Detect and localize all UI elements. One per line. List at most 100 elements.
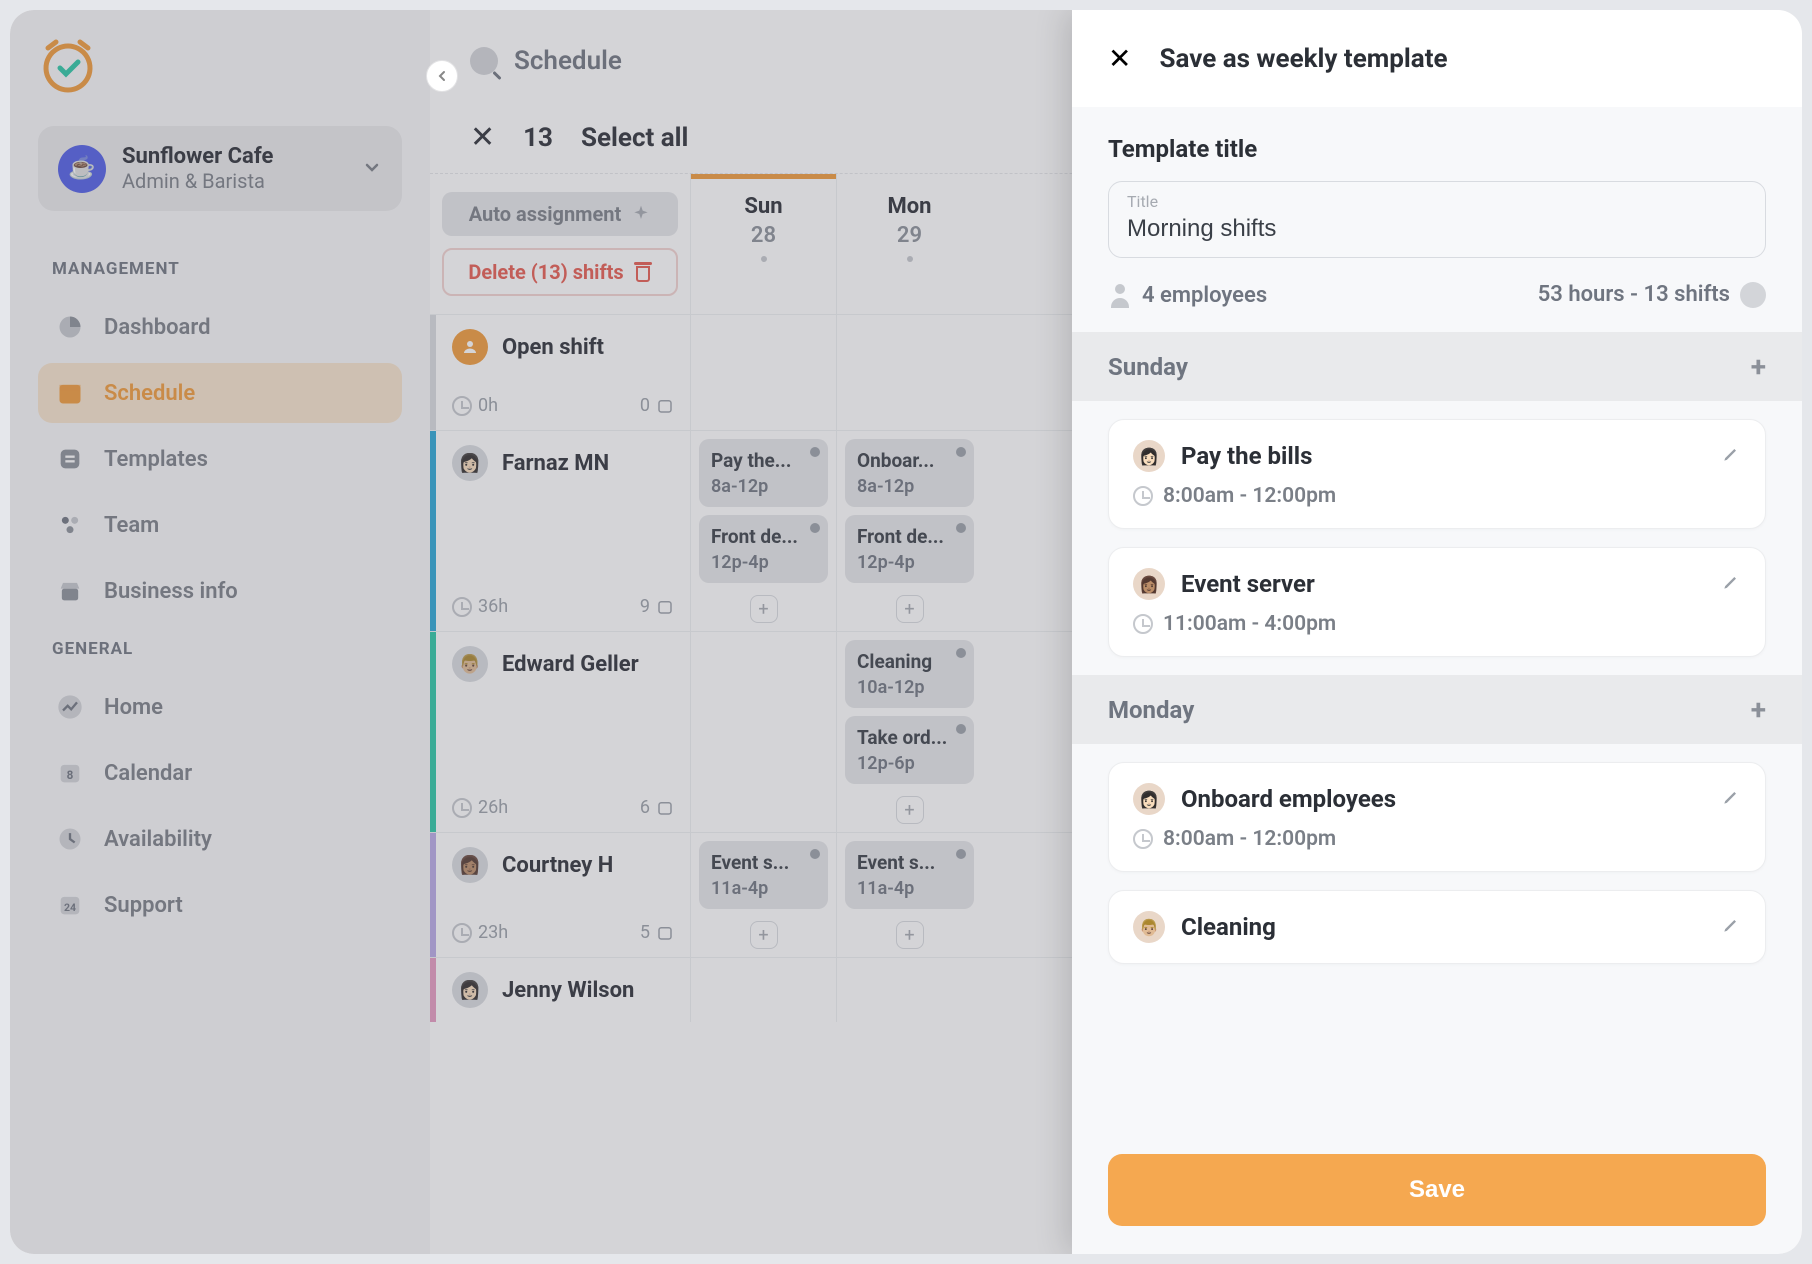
delete-shifts-button[interactable]: Delete (13) shifts <box>442 248 678 296</box>
sidebar-item-schedule[interactable]: Schedule <box>38 363 402 423</box>
add-shift[interactable]: + <box>750 921 778 949</box>
person-icon <box>1108 284 1132 308</box>
select-all[interactable]: Select all <box>581 123 688 153</box>
avatar: 👨🏼 <box>452 646 488 682</box>
clock-icon <box>452 798 472 818</box>
sidebar-collapse[interactable] <box>426 60 458 92</box>
org-selector[interactable]: ☕ Sunflower Cafe Admin & Barista <box>38 126 402 211</box>
template-shift-card[interactable]: 👩🏽 Event server 11:00am - 4:00pm <box>1108 547 1766 657</box>
org-role: Admin & Barista <box>122 169 346 193</box>
clear-selection[interactable]: ✕ <box>470 120 495 155</box>
team-icon <box>56 511 84 539</box>
chevron-down-icon <box>362 157 382 181</box>
clock-icon <box>1133 829 1153 849</box>
employee-name: Edward Geller <box>502 652 639 677</box>
page-title: Schedule <box>514 46 622 76</box>
open-shift-icon <box>452 329 488 365</box>
sidebar-item-dashboard[interactable]: Dashboard <box>38 297 402 357</box>
app-logo <box>38 38 98 98</box>
employee-name: Jenny Wilson <box>502 978 634 1003</box>
sidebar-item-availability[interactable]: Availability <box>38 809 402 869</box>
edit-icon[interactable] <box>1721 572 1741 596</box>
calendar-small-icon <box>656 924 674 942</box>
selection-count: 13 <box>523 123 553 153</box>
clock-icon <box>56 825 84 853</box>
title-input[interactable] <box>1127 215 1747 243</box>
clock-icon <box>1133 486 1153 506</box>
day-mon[interactable]: Mon 29 <box>836 174 982 314</box>
sparkle-icon <box>631 204 651 224</box>
avatar: 👩🏽 <box>452 847 488 883</box>
avatar: 👩🏻 <box>1133 783 1165 815</box>
add-icon[interactable]: + <box>1751 693 1766 726</box>
close-icon[interactable]: ✕ <box>1108 42 1131 75</box>
shift[interactable]: Take ord...12p-6p <box>845 716 974 784</box>
save-template-panel: ✕ Save as weekly template Template title… <box>1072 10 1802 1254</box>
avatar: 👩🏻 <box>452 445 488 481</box>
edit-icon[interactable] <box>1721 787 1741 811</box>
calendar-small-icon <box>656 598 674 616</box>
employee-name: Courtney H <box>502 853 613 878</box>
avatar: 👨🏼 <box>1133 911 1165 943</box>
chart-icon <box>56 693 84 721</box>
save-button[interactable]: Save <box>1108 1154 1766 1226</box>
section-general: GENERAL <box>52 639 402 659</box>
panel-title: Save as weekly template <box>1159 44 1447 74</box>
day-sun[interactable]: Sun 28 <box>690 174 836 314</box>
day-header-monday: Monday + <box>1072 675 1802 744</box>
pie-icon <box>56 313 84 341</box>
avatar: 👩🏻 <box>452 972 488 1008</box>
title-field[interactable]: Title <box>1108 181 1766 258</box>
add-shift[interactable]: + <box>896 796 924 824</box>
shop-icon <box>56 577 84 605</box>
trash-icon <box>634 262 652 282</box>
clock-icon <box>452 923 472 943</box>
calendar-icon <box>56 379 84 407</box>
support-icon: 24 <box>56 891 84 919</box>
svg-text:8: 8 <box>67 768 74 782</box>
employee-name: Farnaz MN <box>502 451 609 476</box>
sidebar-item-home[interactable]: Home <box>38 677 402 737</box>
sidebar-item-templates[interactable]: Templates <box>38 429 402 489</box>
add-shift[interactable]: + <box>896 595 924 623</box>
edit-icon[interactable] <box>1721 444 1741 468</box>
add-shift[interactable]: + <box>750 595 778 623</box>
search-icon[interactable] <box>470 47 498 75</box>
shift[interactable]: Onboar...8a-12p <box>845 439 974 507</box>
shift[interactable]: Front de...12p-4p <box>845 515 974 583</box>
add-shift[interactable]: + <box>896 921 924 949</box>
shift[interactable]: Cleaning10a-12p <box>845 640 974 708</box>
day-header-sunday: Sunday + <box>1072 332 1802 401</box>
template-shift-card[interactable]: 👩🏻 Pay the bills 8:00am - 12:00pm <box>1108 419 1766 529</box>
section-management: MANAGEMENT <box>52 259 402 279</box>
avatar: 👩🏻 <box>1133 440 1165 472</box>
clock-icon <box>1740 282 1766 308</box>
shift[interactable]: Front de...12p-4p <box>699 515 828 583</box>
template-shift-card[interactable]: 👨🏼 Cleaning <box>1108 890 1766 964</box>
template-title-label: Template title <box>1072 135 1802 181</box>
avatar: 👩🏽 <box>1133 568 1165 600</box>
sidebar: ☕ Sunflower Cafe Admin & Barista MANAGEM… <box>10 10 430 1254</box>
sidebar-item-support[interactable]: 24 Support <box>38 875 402 935</box>
org-icon: ☕ <box>58 145 106 193</box>
template-shift-card[interactable]: 👩🏻 Onboard employees 8:00am - 12:00pm <box>1108 762 1766 872</box>
svg-text:24: 24 <box>64 901 76 914</box>
shift[interactable]: Event s...11a-4p <box>699 841 828 909</box>
edit-icon[interactable] <box>1721 915 1741 939</box>
shift[interactable]: Event s...11a-4p <box>845 841 974 909</box>
calendar-small-icon <box>656 397 674 415</box>
auto-assign-button[interactable]: Auto assignment <box>442 192 678 236</box>
sidebar-item-business[interactable]: Business info <box>38 561 402 621</box>
add-icon[interactable]: + <box>1751 350 1766 383</box>
shift[interactable]: Pay the...8a-12p <box>699 439 828 507</box>
date-icon: 8 <box>56 759 84 787</box>
list-icon <box>56 445 84 473</box>
sidebar-item-team[interactable]: Team <box>38 495 402 555</box>
org-name: Sunflower Cafe <box>122 144 346 169</box>
sidebar-item-calendar[interactable]: 8 Calendar <box>38 743 402 803</box>
row-open-shift: Open shift <box>502 335 604 360</box>
clock-icon <box>452 597 472 617</box>
calendar-small-icon <box>656 799 674 817</box>
clock-icon <box>1133 614 1153 634</box>
clock-icon <box>452 396 472 416</box>
